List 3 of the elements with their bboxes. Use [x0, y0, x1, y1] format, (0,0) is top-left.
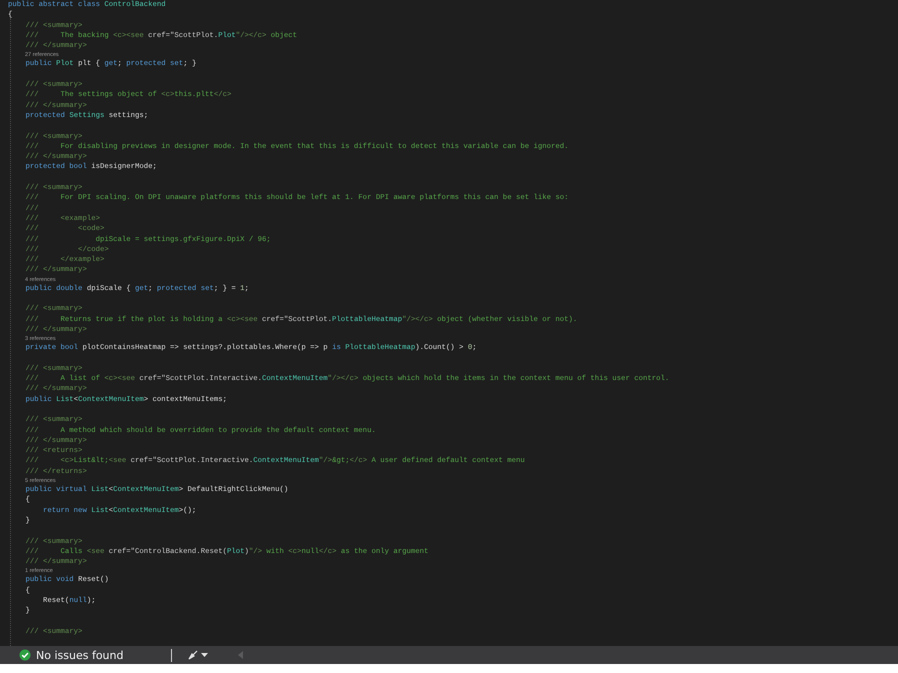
status-message[interactable]: No issues found [36, 648, 124, 662]
check-icon [19, 649, 31, 661]
caret-icon[interactable] [201, 653, 208, 657]
